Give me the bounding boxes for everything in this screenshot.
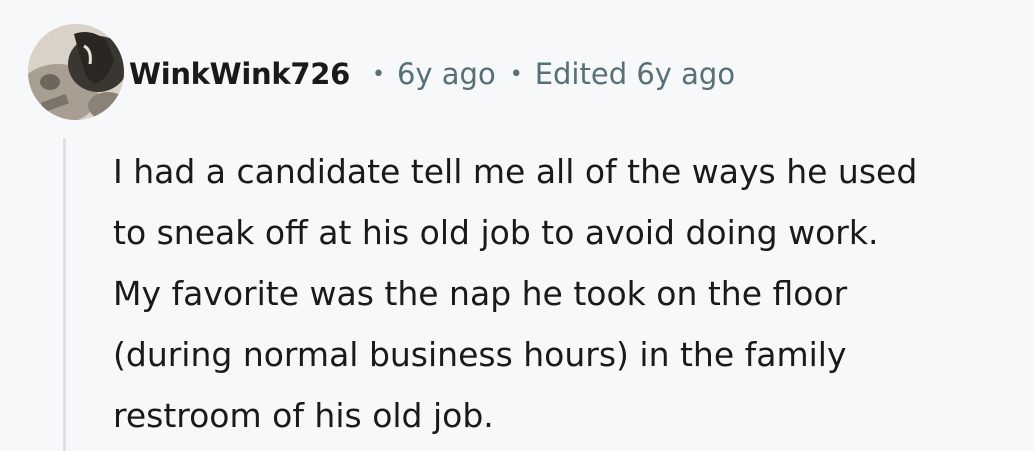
comment-line: to sneak off at his old job to avoid doi… — [113, 213, 879, 252]
thread-line[interactable] — [63, 138, 66, 451]
comment-line: (during normal business hours) in the fa… — [113, 335, 847, 374]
separator-dot: • — [509, 61, 523, 87]
comment: WinkWink726 • 6y ago • Edited 6y ago I h… — [0, 0, 1034, 451]
username-link[interactable]: WinkWink726 — [129, 57, 350, 91]
comment-body: I had a candidate tell me all of the way… — [113, 141, 1013, 446]
timestamp[interactable]: 6y ago — [397, 57, 496, 91]
avatar-photo-icon — [28, 24, 124, 120]
comment-line: My favorite was the nap he took on the f… — [113, 274, 848, 313]
edited-label: Edited 6y ago — [534, 57, 736, 91]
comment-line: I had a candidate tell me all of the way… — [113, 152, 918, 191]
comment-meta: WinkWink726 • 6y ago • Edited 6y ago — [129, 50, 735, 98]
user-avatar[interactable] — [28, 24, 124, 120]
separator-dot: • — [371, 61, 385, 87]
comment-line: restroom of his old job. — [113, 396, 494, 435]
